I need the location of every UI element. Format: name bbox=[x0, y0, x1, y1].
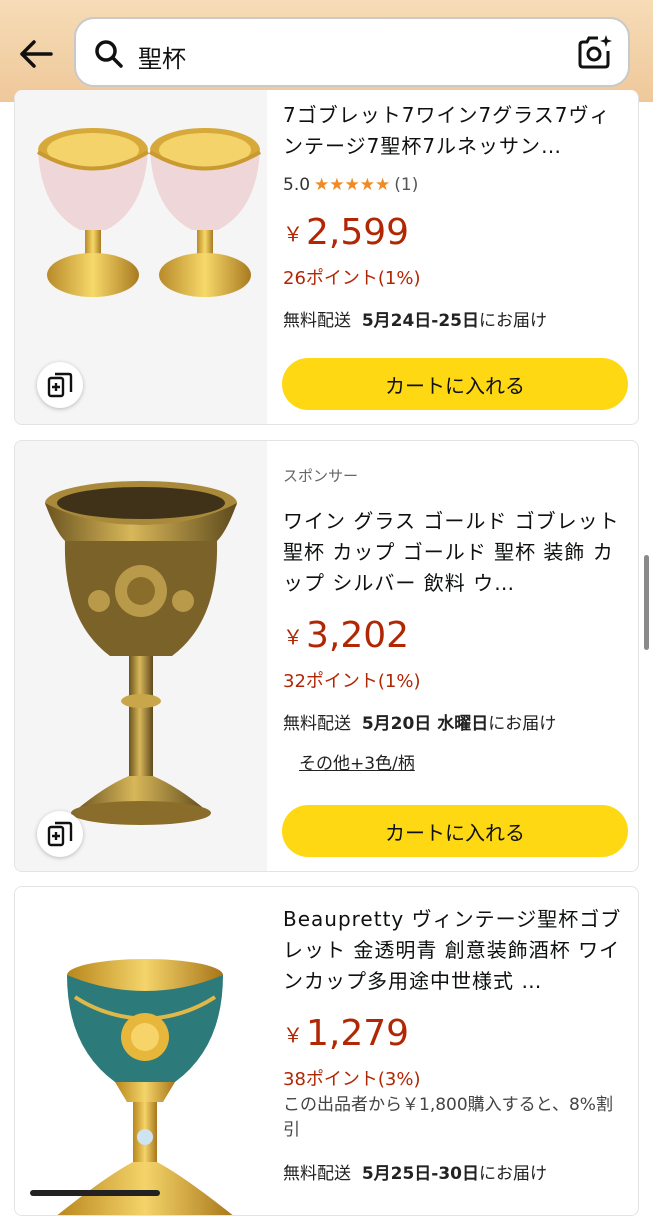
add-to-cart-button[interactable]: カートに入れる bbox=[282, 805, 628, 857]
delivery-info: 無料配送 5月20日 水曜日にお届け bbox=[283, 709, 556, 734]
rating-value: 5.0 bbox=[283, 175, 311, 195]
product-title[interactable]: ワイン グラス ゴールド ゴブレット 聖杯 カップ ゴールド 聖杯 装飾 カップ… bbox=[283, 506, 623, 599]
compare-cards-icon bbox=[47, 372, 73, 398]
points: 26ポイント(1%) bbox=[283, 268, 421, 289]
rating-row[interactable]: 5.0 ★★★★★ (1) bbox=[283, 175, 418, 195]
back-button[interactable] bbox=[14, 32, 58, 76]
product-title[interactable]: Beaupretty ヴィンテージ聖杯ゴブレット 金透明青 創意装飾酒杯 ワイン… bbox=[283, 904, 628, 997]
delivery-info: 無料配送 5月25日-30日にお届け bbox=[283, 1159, 547, 1184]
compare-button[interactable] bbox=[37, 811, 83, 857]
product-card[interactable]: Beaupretty ヴィンテージ聖杯ゴブレット 金透明青 創意装飾酒杯 ワイン… bbox=[14, 886, 639, 1216]
home-indicator[interactable] bbox=[30, 1190, 160, 1196]
rating-count: (1) bbox=[394, 175, 419, 195]
app-header: 聖杯 bbox=[0, 0, 653, 102]
points: 32ポイント(1%) bbox=[283, 671, 421, 692]
compare-button[interactable] bbox=[37, 362, 83, 408]
search-input[interactable]: 聖杯 bbox=[74, 17, 630, 87]
bronze-goblet-image bbox=[45, 481, 237, 825]
product-card[interactable]: スポンサー ワイン グラス ゴールド ゴブレット 聖杯 カップ ゴールド 聖杯 … bbox=[14, 440, 639, 872]
price: ￥ 1,279 bbox=[283, 1013, 409, 1054]
price-value: 1,279 bbox=[306, 1013, 410, 1054]
product-title[interactable]: 7ゴブレット7ワイン7グラス7ヴィンテージ7聖杯7ルネッサン… bbox=[283, 100, 623, 162]
star-rating-icon: ★★★★★ bbox=[314, 175, 391, 195]
scrollbar[interactable] bbox=[644, 555, 649, 650]
product-image[interactable] bbox=[15, 441, 267, 871]
price-value: 3,202 bbox=[306, 615, 410, 656]
delivery-date: 5月25日-30日 bbox=[361, 1164, 480, 1184]
delivery-suffix: にお届け bbox=[488, 714, 557, 734]
delivery-date: 5月20日 水曜日 bbox=[361, 714, 489, 734]
back-arrow-icon bbox=[20, 40, 53, 68]
sponsored-label: スポンサー bbox=[283, 467, 359, 485]
delivery-prefix: 無料配送 bbox=[283, 1164, 351, 1184]
points: 38ポイント(3%) bbox=[283, 1069, 421, 1090]
delivery-date: 5月24日-25日 bbox=[361, 311, 480, 331]
product-card[interactable]: 7ゴブレット7ワイン7グラス7ヴィンテージ7聖杯7ルネッサン… 5.0 ★★★★… bbox=[14, 90, 639, 425]
delivery-info: 無料配送 5月24日-25日にお届け bbox=[283, 306, 547, 331]
currency-symbol: ￥ bbox=[283, 1023, 303, 1047]
product-image[interactable] bbox=[15, 887, 267, 1215]
delivery-prefix: 無料配送 bbox=[283, 714, 351, 734]
more-colors-link[interactable]: その他+3色/柄 bbox=[299, 749, 415, 774]
teal-gold-goblet-image bbox=[57, 959, 233, 1215]
coupon-info: この出品者から￥1,800購入すると、8%割引 bbox=[283, 1095, 613, 1140]
search-query-text: 聖杯 bbox=[138, 45, 186, 73]
currency-symbol: ￥ bbox=[283, 222, 303, 246]
currency-symbol: ￥ bbox=[283, 625, 303, 649]
delivery-prefix: 無料配送 bbox=[283, 311, 351, 331]
price-value: 2,599 bbox=[306, 212, 410, 253]
price: ￥ 2,599 bbox=[283, 212, 409, 253]
search-icon bbox=[95, 40, 123, 68]
add-to-cart-button[interactable]: カートに入れる bbox=[282, 358, 628, 410]
camera-search-icon[interactable] bbox=[576, 33, 614, 71]
price: ￥ 3,202 bbox=[283, 615, 409, 656]
compare-cards-icon bbox=[47, 821, 73, 847]
delivery-suffix: にお届け bbox=[479, 311, 548, 331]
delivery-suffix: にお届け bbox=[479, 1164, 548, 1184]
